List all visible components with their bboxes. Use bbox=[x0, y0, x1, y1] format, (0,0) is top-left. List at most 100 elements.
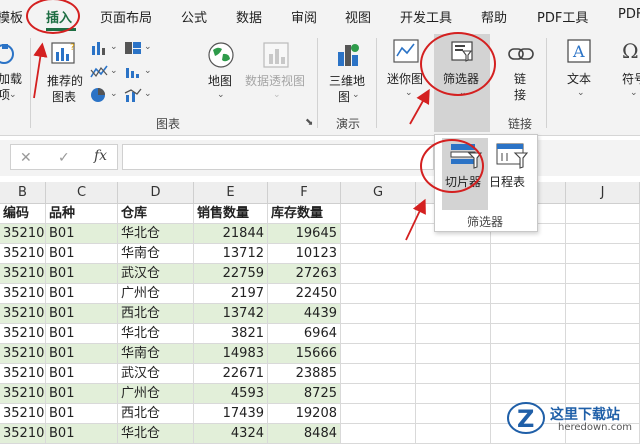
sparkline-icon[interactable] bbox=[392, 38, 420, 64]
table-cell[interactable]: B01 bbox=[46, 364, 118, 384]
empty-cell[interactable] bbox=[416, 244, 491, 264]
empty-cell[interactable] bbox=[341, 404, 416, 424]
tab-pdf-tools[interactable]: PDF工具 bbox=[537, 7, 588, 26]
table-cell[interactable]: 2197 bbox=[194, 284, 268, 304]
timeline-label[interactable]: 日程表 bbox=[489, 175, 525, 189]
maps-globe-icon[interactable] bbox=[206, 40, 236, 70]
chevron-down-icon[interactable]: ⌄ bbox=[217, 90, 225, 100]
table-cell[interactable]: 27263 bbox=[268, 264, 341, 284]
table-cell[interactable]: 22671 bbox=[194, 364, 268, 384]
tab-data[interactable]: 数据 bbox=[236, 7, 262, 26]
chevron-down-icon[interactable]: ⌄ bbox=[110, 42, 118, 52]
enter-icon[interactable]: ✓ bbox=[58, 150, 70, 166]
empty-cell[interactable] bbox=[341, 264, 416, 284]
addins-icon[interactable] bbox=[0, 40, 22, 66]
empty-cell[interactable] bbox=[566, 204, 640, 224]
statistic-chart-icon[interactable] bbox=[124, 64, 142, 80]
empty-cell[interactable] bbox=[566, 324, 640, 344]
tab-formulas[interactable]: 公式 bbox=[181, 7, 207, 26]
table-cell[interactable]: 19645 bbox=[268, 224, 341, 244]
table-cell[interactable]: 武汉仓 bbox=[118, 364, 194, 384]
header-cell[interactable]: 仓库 bbox=[118, 204, 194, 224]
table-cell[interactable]: 22450 bbox=[268, 284, 341, 304]
header-cell[interactable]: 品种 bbox=[46, 204, 118, 224]
symbol-icon[interactable]: Ω bbox=[620, 38, 640, 64]
3d-map-icon[interactable] bbox=[333, 40, 363, 70]
table-cell[interactable]: 华南仓 bbox=[118, 344, 194, 364]
table-cell[interactable]: 13712 bbox=[194, 244, 268, 264]
column-header-c[interactable]: C bbox=[46, 182, 118, 204]
hierarchy-chart-icon[interactable] bbox=[124, 40, 142, 56]
empty-cell[interactable] bbox=[341, 204, 416, 224]
header-cell[interactable]: 销售数量 bbox=[194, 204, 268, 224]
chevron-down-icon[interactable]: ⌄ bbox=[405, 88, 413, 98]
header-cell[interactable]: 编码 bbox=[0, 204, 46, 224]
empty-cell[interactable] bbox=[566, 344, 640, 364]
empty-cell[interactable] bbox=[491, 264, 566, 284]
table-cell[interactable]: 4324 bbox=[194, 424, 268, 444]
header-cell[interactable]: 库存数量 bbox=[268, 204, 341, 224]
column-header-f[interactable]: F bbox=[268, 182, 341, 204]
column-header-d[interactable]: D bbox=[118, 182, 194, 204]
insert-function-icon[interactable]: fx bbox=[94, 148, 107, 164]
empty-cell[interactable] bbox=[341, 344, 416, 364]
tab-template[interactable]: 模板 bbox=[0, 7, 23, 26]
table-cell[interactable]: 华南仓 bbox=[118, 244, 194, 264]
tab-help[interactable]: 帮助 bbox=[481, 7, 507, 26]
table-cell[interactable]: 352100 bbox=[0, 284, 46, 304]
chevron-down-icon[interactable]: ⌄ bbox=[144, 66, 152, 76]
chevron-down-icon[interactable]: ⌄ bbox=[630, 88, 638, 98]
empty-cell[interactable] bbox=[341, 244, 416, 264]
table-cell[interactable]: 4439 bbox=[268, 304, 341, 324]
empty-cell[interactable] bbox=[566, 284, 640, 304]
column-chart-icon[interactable] bbox=[90, 40, 108, 56]
table-cell[interactable]: 15666 bbox=[268, 344, 341, 364]
table-cell[interactable]: 8484 bbox=[268, 424, 341, 444]
table-cell[interactable]: 华北仓 bbox=[118, 424, 194, 444]
empty-cell[interactable] bbox=[416, 304, 491, 324]
table-cell[interactable]: 352100 bbox=[0, 344, 46, 364]
tab-page-layout[interactable]: 页面布局 bbox=[100, 7, 152, 26]
empty-cell[interactable] bbox=[491, 324, 566, 344]
table-cell[interactable]: 17439 bbox=[194, 404, 268, 424]
table-cell[interactable]: 华北仓 bbox=[118, 224, 194, 244]
empty-cell[interactable] bbox=[341, 364, 416, 384]
combo-chart-icon[interactable] bbox=[124, 87, 142, 103]
table-cell[interactable]: B01 bbox=[46, 404, 118, 424]
table-cell[interactable]: 6964 bbox=[268, 324, 341, 344]
empty-cell[interactable] bbox=[566, 244, 640, 264]
table-cell[interactable]: 8725 bbox=[268, 384, 341, 404]
chevron-down-icon[interactable]: ⌄ bbox=[144, 42, 152, 52]
column-header-j[interactable]: J bbox=[566, 182, 640, 204]
table-cell[interactable]: B01 bbox=[46, 244, 118, 264]
table-cell[interactable]: B01 bbox=[46, 224, 118, 244]
empty-cell[interactable] bbox=[416, 324, 491, 344]
empty-cell[interactable] bbox=[416, 404, 491, 424]
table-cell[interactable]: 352100 bbox=[0, 384, 46, 404]
empty-cell[interactable] bbox=[566, 364, 640, 384]
line-chart-icon[interactable] bbox=[90, 64, 108, 80]
table-cell[interactable]: 19208 bbox=[268, 404, 341, 424]
table-cell[interactable]: 广州仓 bbox=[118, 284, 194, 304]
chevron-down-icon[interactable]: ⌄ bbox=[577, 88, 585, 98]
pivot-chart-icon[interactable] bbox=[261, 40, 291, 70]
formula-input[interactable] bbox=[122, 144, 434, 170]
link-icon[interactable] bbox=[507, 42, 535, 66]
table-cell[interactable]: 13742 bbox=[194, 304, 268, 324]
empty-cell[interactable] bbox=[491, 304, 566, 324]
table-cell[interactable]: 352100 bbox=[0, 304, 46, 324]
empty-cell[interactable] bbox=[491, 284, 566, 304]
table-cell[interactable]: 352100 bbox=[0, 324, 46, 344]
tab-review[interactable]: 审阅 bbox=[291, 7, 317, 26]
table-cell[interactable]: B01 bbox=[46, 344, 118, 364]
empty-cell[interactable] bbox=[416, 344, 491, 364]
table-cell[interactable]: B01 bbox=[46, 304, 118, 324]
empty-cell[interactable] bbox=[416, 284, 491, 304]
pie-chart-icon[interactable] bbox=[90, 87, 108, 103]
table-cell[interactable]: 西北仓 bbox=[118, 304, 194, 324]
chevron-down-icon[interactable]: ⌄ bbox=[352, 90, 360, 100]
empty-cell[interactable] bbox=[566, 304, 640, 324]
table-cell[interactable]: B01 bbox=[46, 424, 118, 444]
tab-pdf[interactable]: PDF bbox=[618, 7, 640, 22]
empty-cell[interactable] bbox=[566, 224, 640, 244]
